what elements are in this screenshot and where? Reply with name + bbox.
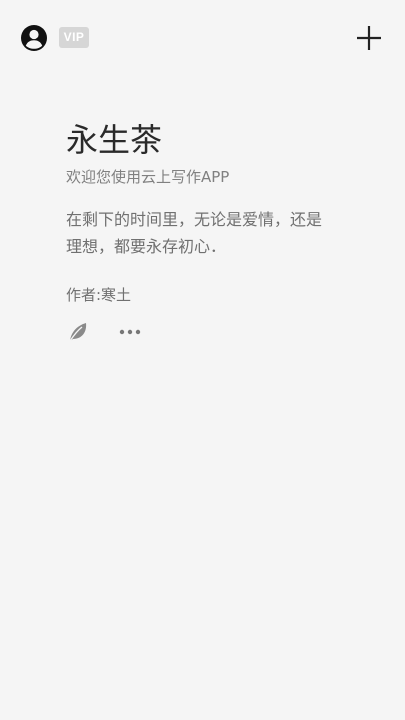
article-card: 永生茶 欢迎您使用云上写作APP 在剩下的时间里，无论是爱情，还是理想，都要永存… [66, 120, 366, 344]
action-bar [66, 320, 366, 344]
article-title: 永生茶 [66, 121, 163, 159]
user-avatar-icon[interactable] [20, 24, 48, 52]
more-dots-icon[interactable] [118, 324, 142, 340]
quote-text: 在剩下的时间里，无论是爱情，还是理想，都要永存初心． [66, 210, 323, 256]
author-line: 作者:寒土 [66, 286, 132, 304]
vip-badge[interactable]: VIP [59, 27, 89, 48]
leaf-icon[interactable] [66, 320, 90, 344]
welcome-subtitle: 欢迎您使用云上写作APP [66, 168, 230, 186]
plus-icon[interactable] [355, 24, 383, 52]
top-bar: VIP [0, 0, 405, 75]
